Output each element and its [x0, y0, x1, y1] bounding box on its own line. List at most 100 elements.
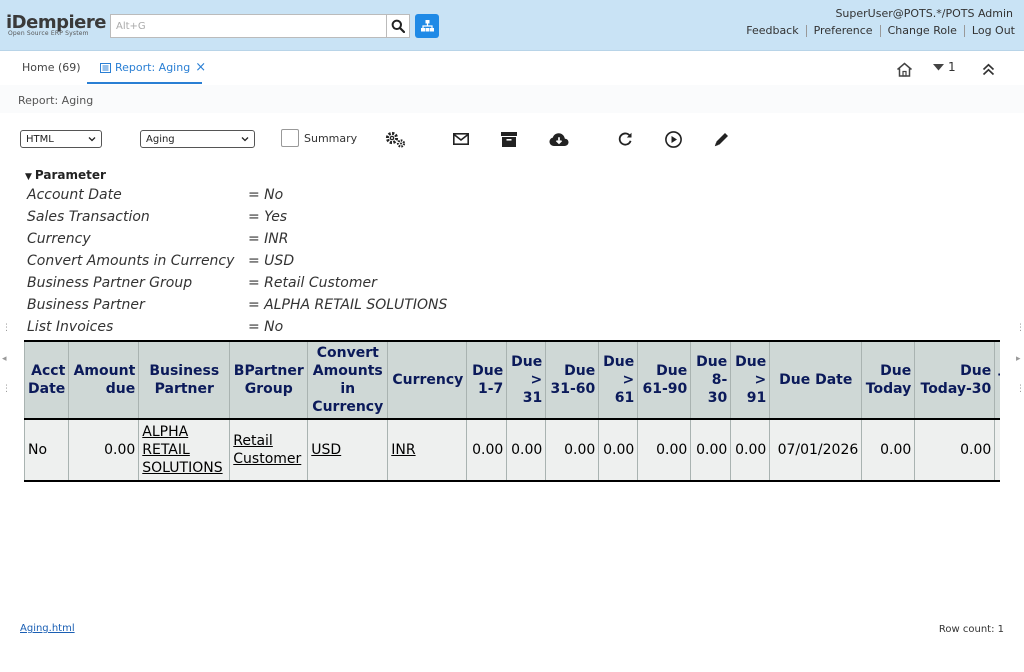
- cell-due-1-7: 0.00: [466, 418, 508, 482]
- col-header: Due > 91: [730, 340, 771, 420]
- convert-currency-link[interactable]: USD: [311, 442, 341, 458]
- caret-down-icon: [933, 63, 944, 70]
- refresh-button[interactable]: [614, 128, 636, 150]
- param-name: Convert Amounts in Currency: [27, 253, 235, 269]
- logout-link[interactable]: Log Out: [965, 24, 1015, 37]
- left-splitter-arrow[interactable]: ◂: [2, 355, 8, 364]
- collapse-header-button[interactable]: [978, 59, 998, 79]
- right-splitter-arrow[interactable]: ▸: [1016, 355, 1022, 364]
- parameter-section-toggle[interactable]: ▼ Parameter: [25, 168, 106, 182]
- menu-tree-button[interactable]: [415, 14, 439, 38]
- param-name: Business Partner Group: [27, 275, 193, 291]
- left-splitter-grip[interactable]: ⋮: [2, 385, 11, 394]
- idempiere-logo[interactable]: iDempiere Open Source ERP System: [6, 13, 108, 38]
- breadcrumb: Report: Aging: [18, 94, 94, 107]
- change-role-link[interactable]: Change Role: [881, 24, 964, 37]
- preference-link[interactable]: Preference: [807, 24, 880, 37]
- cloud-download-icon: [549, 132, 569, 146]
- cell-due-61-90: 0.00: [637, 418, 692, 482]
- output-format-select[interactable]: HTML: [20, 130, 102, 148]
- archive-icon: [501, 131, 517, 147]
- tab-report-label: Report: Aging: [115, 61, 191, 74]
- report-table-viewport[interactable]: Acct Date Amount due Business Partner BP…: [24, 340, 1000, 482]
- col-header: Due Today-30: [914, 340, 996, 420]
- archive-button[interactable]: [498, 128, 520, 150]
- breadcrumb-bar: Report: Aging: [0, 85, 1024, 113]
- col-header: Due 1-7: [466, 340, 508, 420]
- col-header: T: [994, 340, 1000, 420]
- cell-due-gt-91: 0.00: [730, 418, 771, 482]
- param-name: Currency: [27, 231, 91, 247]
- cell-bpartner-group: Retail Customer: [229, 418, 309, 482]
- table-bottom-border: [24, 480, 1000, 482]
- report-value: Aging: [146, 133, 175, 145]
- param-value: = Yes: [248, 209, 288, 225]
- run-process-button[interactable]: [662, 128, 684, 150]
- tab-home[interactable]: Home (69): [22, 51, 81, 84]
- left-splitter-grip[interactable]: ⋮: [2, 324, 11, 333]
- param-value: = No: [248, 187, 284, 203]
- tab-list-dropdown[interactable]: 1: [933, 60, 956, 74]
- cell-due-gt-61: 0.00: [598, 418, 639, 482]
- cell-acct-date: No: [24, 418, 70, 482]
- search-button[interactable]: [386, 14, 410, 38]
- col-header: Due > 31: [506, 340, 547, 420]
- chevron-down-icon: [241, 137, 249, 142]
- table-row: No 0.00 ALPHA RETAIL SOLUTIONS Retail Cu…: [24, 418, 1000, 482]
- currency-link[interactable]: INR: [391, 442, 415, 458]
- param-value: = INR: [248, 231, 289, 247]
- cell-convert-currency: USD: [307, 418, 389, 482]
- send-email-button[interactable]: [450, 128, 472, 150]
- gears-icon: [385, 131, 405, 148]
- param-name: Sales Transaction: [27, 209, 150, 225]
- cell-amount-due: 0.00: [68, 418, 140, 482]
- active-tab-indicator: [87, 82, 202, 84]
- cell-due-31-60: 0.00: [545, 418, 600, 482]
- bpartner-group-link[interactable]: Retail Customer: [233, 433, 301, 467]
- sitemap-icon: [420, 20, 434, 32]
- format-value: HTML: [26, 133, 54, 145]
- user-role-info[interactable]: SuperUser@POTS.*/POTS Admin: [835, 7, 1013, 20]
- col-header: Due Today: [861, 340, 916, 420]
- report-icon: [100, 62, 111, 73]
- export-button[interactable]: [548, 128, 570, 150]
- chevron-down-icon: [88, 137, 96, 142]
- search-icon: [391, 19, 405, 33]
- col-header: Amount due: [68, 340, 140, 420]
- tab-count: 1: [948, 60, 956, 74]
- col-header: Due > 61: [598, 340, 639, 420]
- report-file-link[interactable]: Aging.html: [20, 623, 75, 634]
- cell-business-partner: ALPHA RETAIL SOLUTIONS: [138, 418, 231, 482]
- pencil-icon: [714, 132, 728, 146]
- col-header: Due 8-30: [690, 340, 732, 420]
- global-search-input[interactable]: [110, 14, 387, 38]
- right-splitter-grip[interactable]: ⋮: [1016, 324, 1024, 333]
- customize-button[interactable]: [384, 128, 406, 150]
- summary-label: Summary: [304, 132, 358, 145]
- tab-close-icon[interactable]: ×: [195, 61, 206, 74]
- right-splitter-grip[interactable]: ⋮: [1016, 385, 1024, 394]
- aging-report-table: Acct Date Amount due Business Partner BP…: [24, 340, 1000, 482]
- cell-overflow: [994, 418, 1000, 482]
- param-value: = ALPHA RETAIL SOLUTIONS: [248, 297, 448, 313]
- refresh-icon: [618, 132, 632, 146]
- header-links: Feedback Preference Change Role Log Out: [739, 24, 1015, 37]
- double-chevron-up-icon: [982, 63, 994, 75]
- cell-due-today: 0.00: [861, 418, 916, 482]
- window-tab-bar: Home (69) Report: Aging ×: [0, 51, 1024, 85]
- param-value: = Retail Customer: [248, 275, 377, 291]
- cell-due-gt-31: 0.00: [506, 418, 547, 482]
- home-button[interactable]: [894, 59, 914, 79]
- cell-currency: INR: [387, 418, 468, 482]
- param-name: Account Date: [27, 187, 122, 203]
- summary-checkbox[interactable]: [281, 129, 299, 147]
- tab-report-aging[interactable]: Report: Aging ×: [100, 51, 206, 84]
- feedback-link[interactable]: Feedback: [739, 24, 805, 37]
- edit-button[interactable]: [710, 128, 732, 150]
- logo-subtitle: Open Source ERP System: [8, 30, 89, 37]
- business-partner-link[interactable]: ALPHA RETAIL SOLUTIONS: [142, 424, 222, 476]
- play-circle-icon: [664, 130, 682, 148]
- col-header: Due 31-60: [545, 340, 600, 420]
- row-count: Row count: 1: [938, 624, 1004, 635]
- print-format-select[interactable]: Aging: [140, 130, 255, 148]
